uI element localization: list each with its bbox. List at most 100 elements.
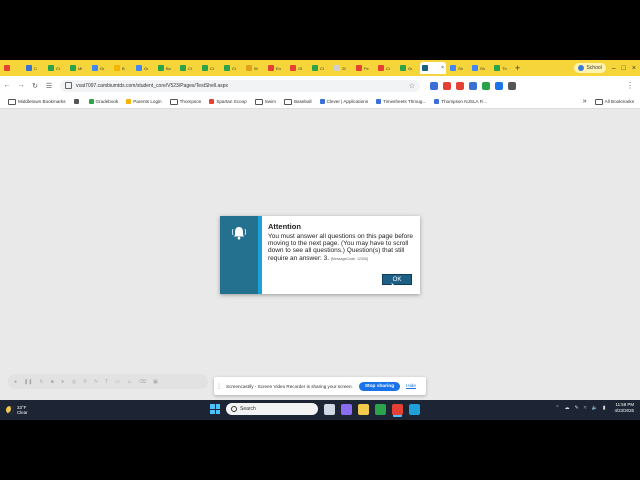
volume-icon[interactable]: 🔈 — [591, 405, 597, 411]
bookmark-item[interactable]: Timesheets Throug... — [376, 99, 426, 104]
folder-icon — [283, 98, 292, 105]
bookmark-item[interactable]: Parents Login — [126, 99, 162, 104]
text-icon[interactable]: T — [105, 379, 108, 385]
browser-tab[interactable]: Th — [492, 62, 512, 74]
extension-icon[interactable] — [430, 81, 438, 90]
back-button[interactable]: ← — [0, 82, 14, 89]
copilot-icon[interactable] — [341, 403, 352, 415]
browser-tab[interactable]: C — [24, 62, 44, 74]
browser-tab[interactable]: Mi — [68, 62, 88, 74]
bookmark-star-icon[interactable]: ☆ — [409, 82, 415, 90]
eraser-icon[interactable]: ⌫ — [139, 379, 146, 385]
pointer-icon[interactable]: ➤ — [61, 379, 65, 385]
cloud-icon[interactable]: ☁ — [565, 405, 570, 411]
hide-link[interactable]: Hide — [406, 384, 416, 389]
bookmark-favicon-icon — [126, 99, 132, 104]
circle-icon[interactable]: ● — [14, 379, 17, 385]
browser-tab[interactable]: W — [244, 62, 264, 74]
windows-start-icon[interactable] — [210, 404, 220, 414]
browser-tab[interactable]: Gr — [134, 62, 154, 74]
zoom-icon[interactable]: ⚲ — [83, 379, 87, 385]
taskbar-search[interactable]: Search — [226, 403, 318, 415]
minimize-button[interactable]: – — [612, 65, 616, 72]
bookmark-item[interactable]: Thompson — [169, 98, 201, 105]
camera-icon[interactable]: ▣ — [153, 379, 158, 385]
extension-icon[interactable] — [508, 81, 516, 90]
browser-tab[interactable]: En — [266, 62, 286, 74]
tab-favicon-icon — [114, 65, 120, 71]
extension-icon[interactable] — [456, 81, 464, 90]
battery-icon[interactable]: ▮ — [603, 405, 606, 411]
address-bar[interactable]: vsat7097.cambiumtds.com/student_core/V52… — [60, 79, 420, 92]
browser-tab[interactable]: Cl — [200, 62, 220, 74]
browser-tab[interactable]: Cl — [46, 62, 66, 74]
shape-icon[interactable]: ▭ — [115, 379, 120, 385]
more-bookmarks-icon[interactable]: » — [583, 98, 587, 105]
tune-icon[interactable]: ☰ — [42, 82, 56, 90]
profile-chip[interactable]: School — [574, 63, 606, 73]
tab-favicon-icon — [246, 65, 252, 71]
browser-tab[interactable]: × — [420, 62, 446, 74]
browser-tab[interactable]: Cl — [178, 62, 198, 74]
tab-title: Gr — [144, 65, 149, 71]
edge-icon[interactable] — [409, 403, 420, 415]
browser-tab[interactable]: Sh — [448, 62, 468, 74]
browser-tab[interactable] — [2, 62, 22, 74]
bookmark-item[interactable]: Clever | Applications — [319, 99, 368, 104]
stop-sharing-button[interactable]: Stop sharing — [358, 381, 401, 391]
annotation-toolbar: ● ❚❚ ↻ ■ ➤ ◎ ⚲ ✎ T ▭ ☺ ⌫ ▣ — [8, 374, 208, 389]
browser-tab[interactable]: Fe — [354, 62, 374, 74]
delete-icon[interactable]: ■ — [51, 379, 54, 385]
browser-tab[interactable]: Of — [288, 62, 308, 74]
extension-icon[interactable] — [443, 81, 451, 90]
task-view-icon[interactable] — [324, 403, 335, 415]
clock[interactable]: 11:58 PM 4/23/2026 — [614, 402, 634, 413]
new-tab-button[interactable]: + — [515, 63, 520, 73]
extension-icon[interactable] — [469, 81, 477, 90]
browser-tab[interactable]: B — [112, 62, 132, 74]
forward-button[interactable]: → — [14, 82, 28, 89]
spotlight-icon[interactable]: ◎ — [72, 379, 76, 385]
file-explorer-icon[interactable] — [358, 403, 369, 415]
browser-tab[interactable]: Cl — [222, 62, 242, 74]
google-drive-icon[interactable] — [375, 403, 386, 415]
search-icon — [231, 406, 237, 412]
browser-tab[interactable]: Bo — [156, 62, 176, 74]
bookmark-item[interactable]: Spartan Scoop — [209, 99, 247, 104]
pen-tray-icon[interactable]: ✎ — [575, 405, 579, 411]
bookmark-label: Spartan Scoop — [216, 99, 247, 104]
tab-title: Gr — [408, 65, 413, 71]
pause-icon[interactable]: ❚❚ — [24, 379, 32, 385]
browser-tab[interactable]: Gr — [90, 62, 110, 74]
browser-menu-icon[interactable]: ⋮ — [626, 81, 634, 90]
restart-icon[interactable]: ↻ — [39, 379, 43, 385]
bookmark-item[interactable]: Thompson NJSLA Fi... — [434, 99, 487, 104]
site-info-icon[interactable] — [65, 82, 72, 89]
bookmark-item[interactable]: Baseball — [283, 98, 312, 105]
drag-handle-icon[interactable]: ⋮ — [216, 383, 222, 390]
weather-widget[interactable]: 33°F Clear — [6, 405, 28, 415]
bookmark-label: Parents Login — [133, 99, 162, 104]
extension-icon[interactable] — [482, 81, 490, 90]
browser-tab[interactable]: Cl — [376, 62, 396, 74]
wifi-icon[interactable]: ≈ — [584, 405, 587, 411]
maximize-button[interactable]: □ — [622, 65, 626, 72]
close-window-button[interactable]: × — [632, 65, 636, 72]
bookmark-item[interactable]: Middletown Bookmarks — [8, 98, 66, 105]
emoji-icon[interactable]: ☺ — [127, 379, 132, 385]
pen-icon[interactable]: ✎ — [94, 379, 98, 385]
chevron-up-icon[interactable]: ⌃ — [555, 405, 559, 411]
browser-tab[interactable]: Sh — [470, 62, 490, 74]
bookmark-item[interactable] — [73, 99, 81, 104]
bookmark-item[interactable]: Gradebook — [88, 99, 118, 104]
browser-tab[interactable]: Gr — [398, 62, 418, 74]
browser-tab[interactable]: 20 — [332, 62, 352, 74]
extension-icon[interactable] — [495, 81, 503, 90]
browser-tab[interactable]: Cl — [310, 62, 330, 74]
close-tab-icon[interactable]: × — [441, 65, 444, 71]
bookmark-item[interactable]: Swim — [254, 98, 276, 105]
ok-button[interactable]: OK — [382, 274, 412, 285]
reload-button[interactable]: ↻ — [28, 82, 42, 90]
all-bookmarks-button[interactable]: All Bookmarks — [594, 98, 634, 105]
chrome-icon[interactable] — [392, 403, 403, 415]
